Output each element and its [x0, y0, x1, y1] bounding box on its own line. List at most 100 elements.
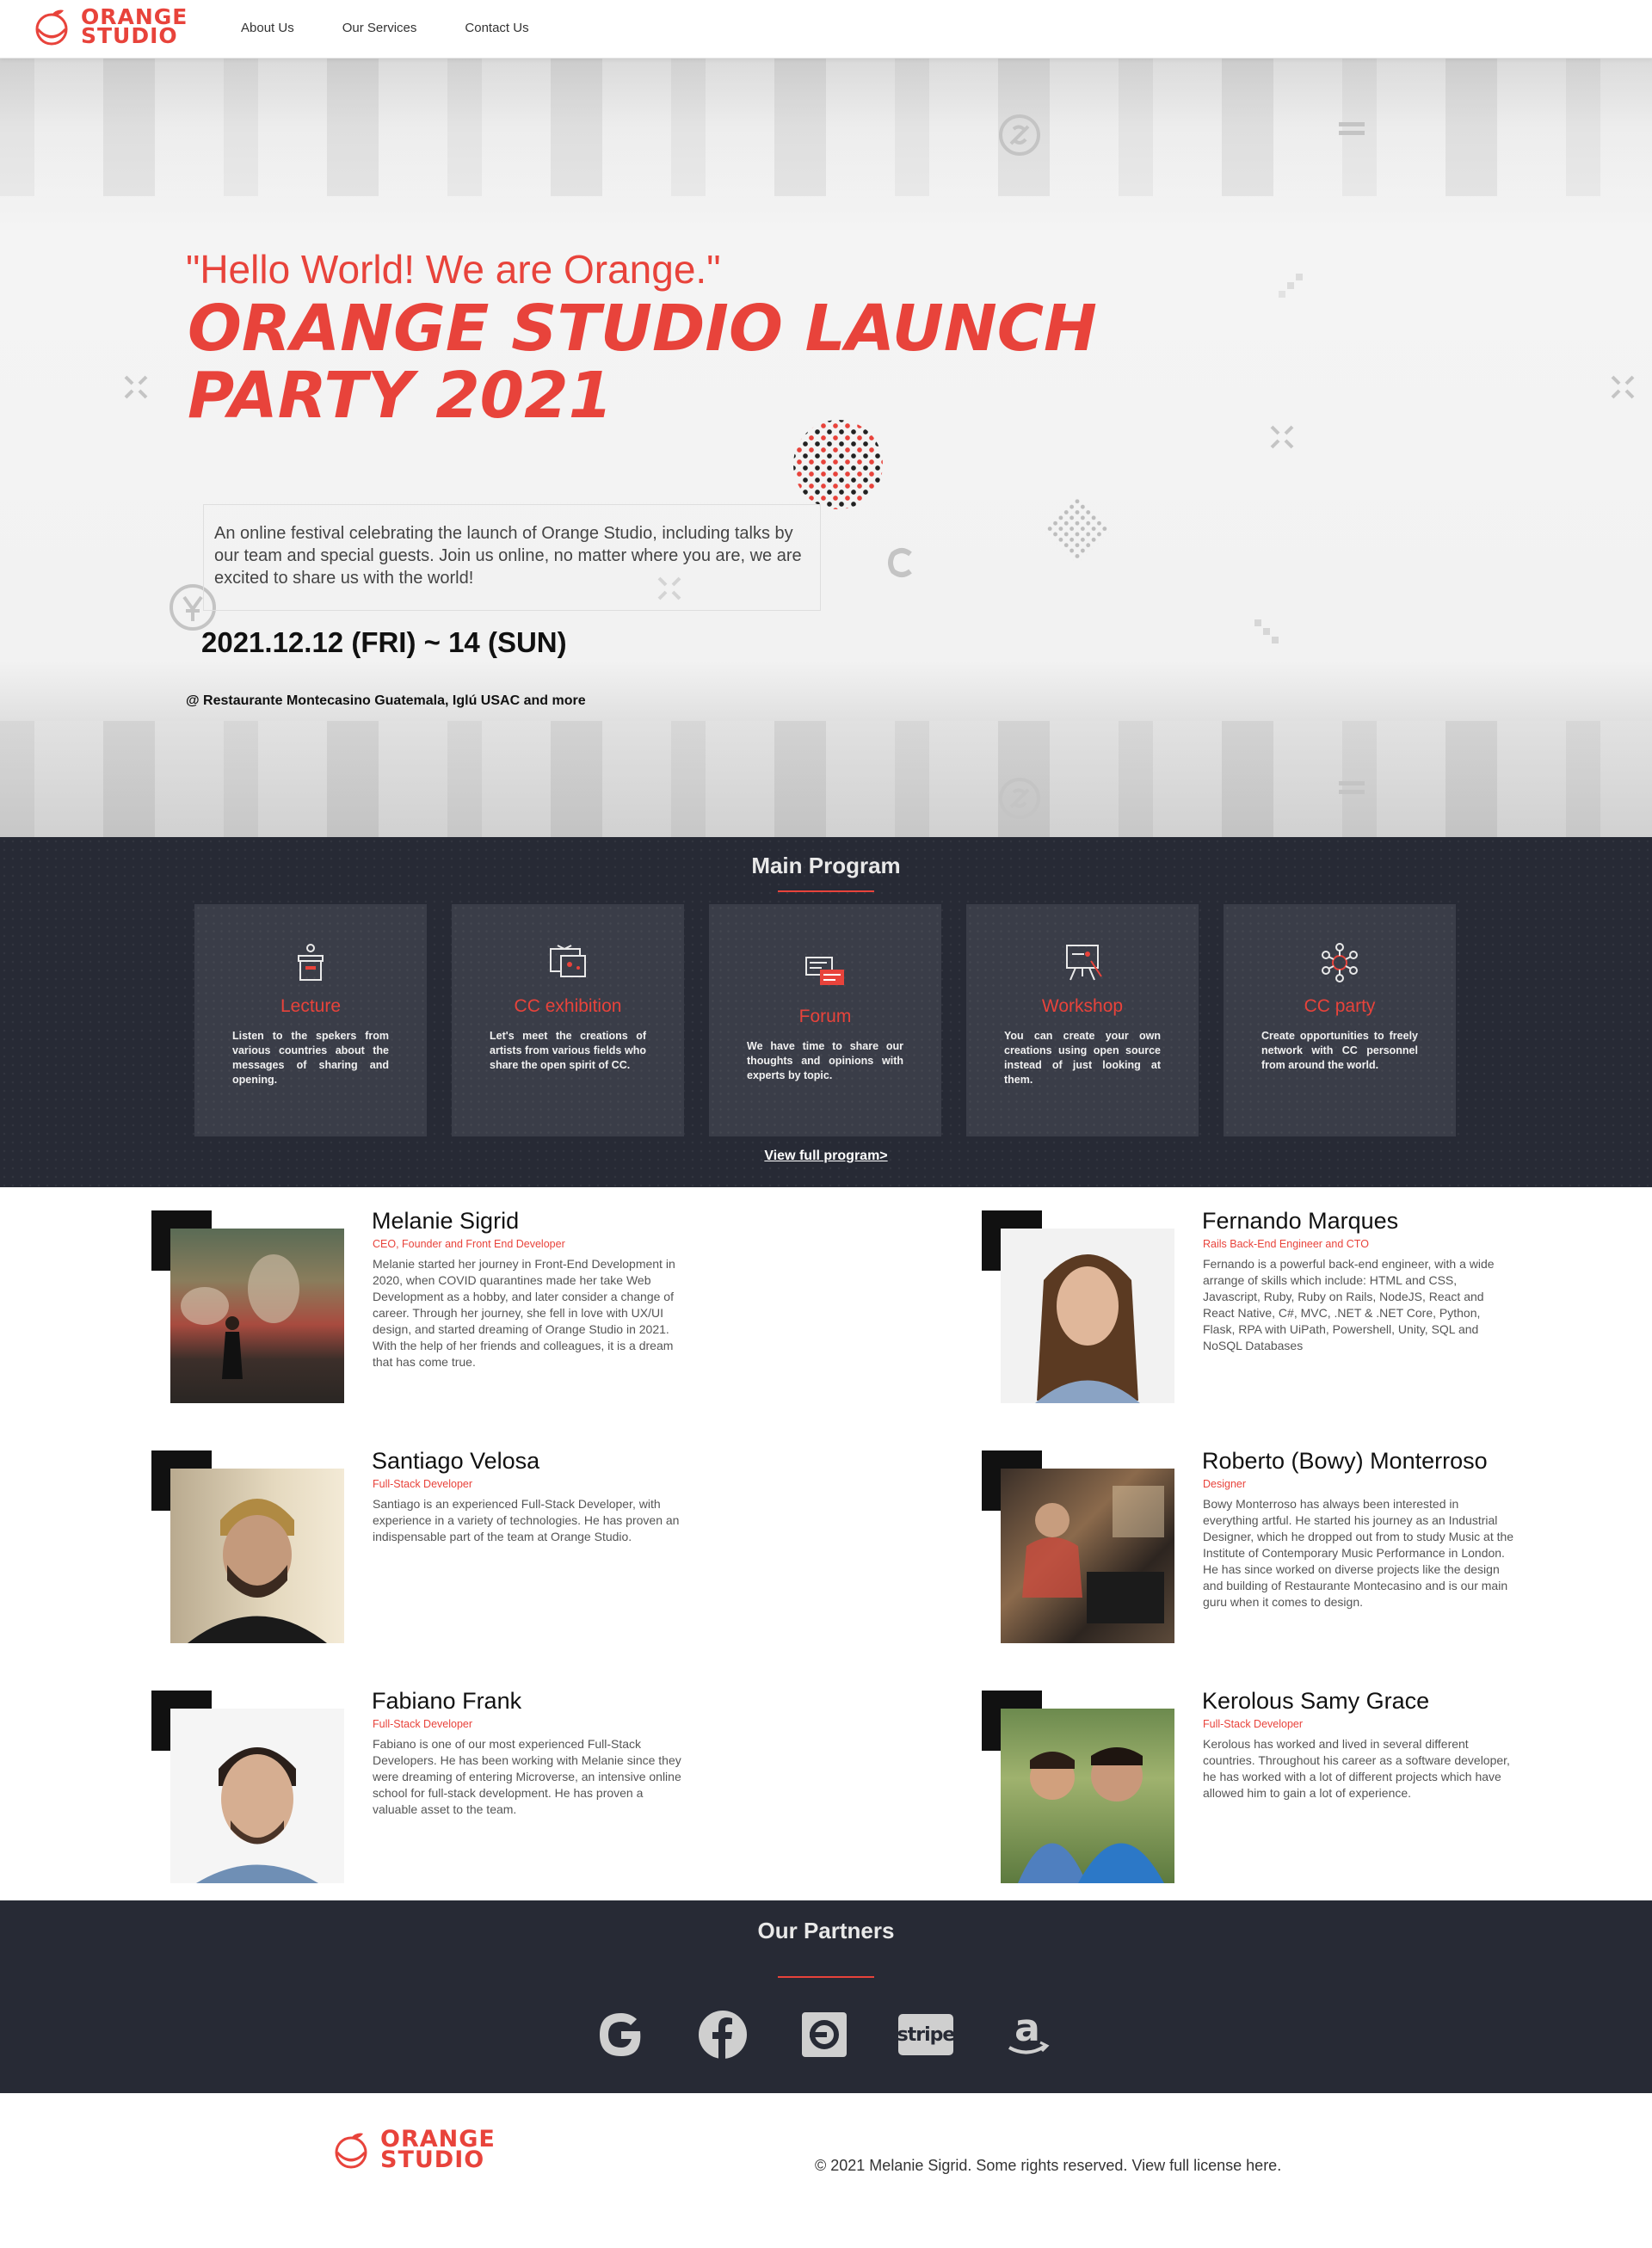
program-card-cc-party[interactable]: CC party Create opportunities to freely …: [1224, 904, 1456, 1136]
hero-quote: "Hello World! We are Orange.": [186, 247, 721, 292]
site-footer: ORANGE STUDIO © 2021 Melanie Sigrid. Som…: [0, 2093, 1652, 2248]
event-date: 2021.12.12 (FRI) ~ 14 (SUN): [201, 626, 567, 658]
partner-logos: stripe a: [595, 2009, 1053, 2060]
hero-section: "Hello World! We are Orange." ORANGE STU…: [0, 59, 1652, 837]
equals-icon: [1339, 781, 1365, 794]
card-text: Create opportunities to freely network w…: [1261, 1030, 1418, 1071]
hero-description: An online festival celebrating the launc…: [203, 504, 821, 611]
section-title: Main Program: [751, 853, 901, 878]
person-silhouette: [1035, 1254, 1140, 1403]
lectern-icon: [298, 944, 324, 981]
stripe-logo-icon[interactable]: stripe: [897, 2009, 955, 2060]
card-title: CC exhibition: [514, 996, 622, 1016]
program-cards: Lecture Listen to the spekers from vario…: [194, 904, 1456, 1136]
team-member-card: Fernando Marques Rails Back-End Engineer…: [982, 1198, 1652, 1421]
member-name: Melanie Sigrid: [372, 1208, 520, 1234]
member-role: Full-Stack Developer: [373, 1478, 473, 1490]
card-title: Workshop: [1041, 996, 1124, 1016]
orange-logo-icon: [335, 2133, 367, 2169]
hero-title: ORANGE STUDIO LAUNCH PARTY 2021: [188, 292, 1097, 433]
card-title: Lecture: [280, 996, 342, 1016]
member-photo: [170, 1709, 344, 1883]
member-role: Rails Back-End Engineer and CTO: [1203, 1238, 1369, 1250]
program-card-forum[interactable]: Forum We have time to share our thoughts…: [709, 904, 941, 1136]
title-underline: [778, 1976, 874, 1978]
partners-section: Our Partners stripe a: [0, 1900, 1652, 2093]
card-text: We have time to share our thoughts and o…: [747, 1040, 903, 1081]
chat-bubbles-icon: [805, 957, 844, 985]
footer-logo[interactable]: ORANGE STUDIO: [330, 2128, 496, 2171]
member-role: Full-Stack Developer: [1203, 1718, 1304, 1730]
network-icon: [1322, 943, 1358, 982]
cross-arrows-icon: [124, 375, 148, 399]
member-photo: [1001, 1709, 1174, 1883]
member-bio: Fernando is a powerful back-end engineer…: [1203, 1257, 1495, 1352]
copyright-c-icon: [888, 548, 912, 577]
member-photo: [170, 1229, 344, 1403]
member-bio: Fabiano is one of our most experienced F…: [373, 1737, 681, 1816]
person-silhouette: [188, 1499, 327, 1643]
exhibition-board-icon: [550, 945, 586, 977]
presentation-icon: [1066, 945, 1102, 981]
person-silhouette: [1022, 1486, 1164, 1623]
nav-about-us[interactable]: About Us: [241, 21, 294, 35]
member-role: Full-Stack Developer: [373, 1718, 473, 1730]
nav-contact-us[interactable]: Contact Us: [465, 21, 528, 35]
member-name: Fabiano Frank: [372, 1688, 522, 1714]
member-role: CEO, Founder and Front End Developer: [373, 1238, 565, 1250]
member-name: Roberto (Bowy) Monterroso: [1202, 1448, 1488, 1474]
program-card-lecture[interactable]: Lecture Listen to the spekers from vario…: [194, 904, 427, 1136]
program-card-cc-exhibition[interactable]: CC exhibition Let's meet the creations o…: [452, 904, 684, 1136]
member-bio: Melanie started her journey in Front-End…: [373, 1257, 675, 1369]
member-photo: [170, 1469, 344, 1643]
team-member-card: Fabiano Frank Full-Stack Developer Fabia…: [151, 1678, 840, 1901]
hero-background-band-top: [0, 59, 1652, 196]
section-title: Our Partners: [757, 1918, 895, 1943]
svg-text:a: a: [1014, 2010, 1040, 2050]
view-full-program-link[interactable]: View full program>: [0, 1149, 1652, 1164]
dotted-diagonal-icon: [1254, 619, 1279, 644]
site-logo[interactable]: ORANGE STUDIO: [31, 6, 188, 48]
logo-text: ORANGE STUDIO: [81, 6, 188, 48]
person-silhouette: [181, 1254, 299, 1379]
team-member-card: Melanie Sigrid CEO, Founder and Front En…: [151, 1198, 840, 1421]
person-silhouette: [196, 1747, 318, 1883]
event-location: @ Restaurante Montecasino Guatemala, Igl…: [186, 693, 586, 708]
nav-our-services[interactable]: Our Services: [342, 21, 417, 35]
equals-icon: [1339, 122, 1365, 135]
member-bio: Kerolous has worked and lived in several…: [1203, 1737, 1510, 1800]
card-title: CC party: [1304, 996, 1376, 1016]
card-text: You can create your own creations using …: [1004, 1030, 1161, 1086]
team-member-card: Roberto (Bowy) Monterroso Designer Bowy …: [982, 1438, 1652, 1661]
dotted-diamond-decoration: [1043, 496, 1112, 564]
main-program-section: Main Program Lecture Listen to the speke…: [0, 837, 1652, 1187]
member-name: Fernando Marques: [1202, 1208, 1399, 1234]
google-logo-icon[interactable]: [595, 2009, 647, 2060]
team-member-card: Santiago Velosa Full-Stack Developer San…: [151, 1438, 840, 1661]
currency-icon: [999, 114, 1040, 156]
stripe-logo-text: stripe: [897, 2014, 955, 2055]
daum-logo-icon[interactable]: [798, 2009, 850, 2060]
team-section: Melanie Sigrid CEO, Founder and Front En…: [0, 1187, 1652, 1900]
site-header: ORANGE STUDIO About Us Our Services Cont…: [0, 0, 1652, 59]
currency-icon: [999, 778, 1040, 819]
member-name: Kerolous Samy Grace: [1202, 1688, 1430, 1714]
member-bio: Santiago is an experienced Full-Stack De…: [373, 1497, 680, 1543]
copyright-text[interactable]: © 2021 Melanie Sigrid. Some rights reser…: [815, 2157, 1281, 2175]
facebook-logo-icon[interactable]: [697, 2009, 749, 2060]
card-text: Listen to the spekers from various count…: [232, 1030, 389, 1086]
member-role: Designer: [1203, 1478, 1247, 1490]
team-member-card: Kerolous Samy Grace Full-Stack Developer…: [982, 1678, 1652, 1901]
member-photo: [1001, 1229, 1174, 1403]
dotted-circle-decoration: [793, 420, 883, 509]
cross-arrows-icon: [1611, 375, 1635, 399]
amazon-logo-icon[interactable]: a: [1002, 2009, 1053, 2060]
card-title: Forum: [798, 1007, 852, 1026]
logo-line-2: STUDIO: [81, 23, 178, 48]
card-text: Let's meet the creations of artists from…: [490, 1030, 646, 1071]
person-silhouette: [1018, 1747, 1164, 1883]
program-card-workshop[interactable]: Workshop You can create your own creatio…: [966, 904, 1199, 1136]
member-name: Santiago Velosa: [372, 1448, 540, 1474]
orange-logo-icon: [35, 9, 68, 46]
member-bio: Bowy Monterroso has always been interest…: [1203, 1497, 1514, 1609]
